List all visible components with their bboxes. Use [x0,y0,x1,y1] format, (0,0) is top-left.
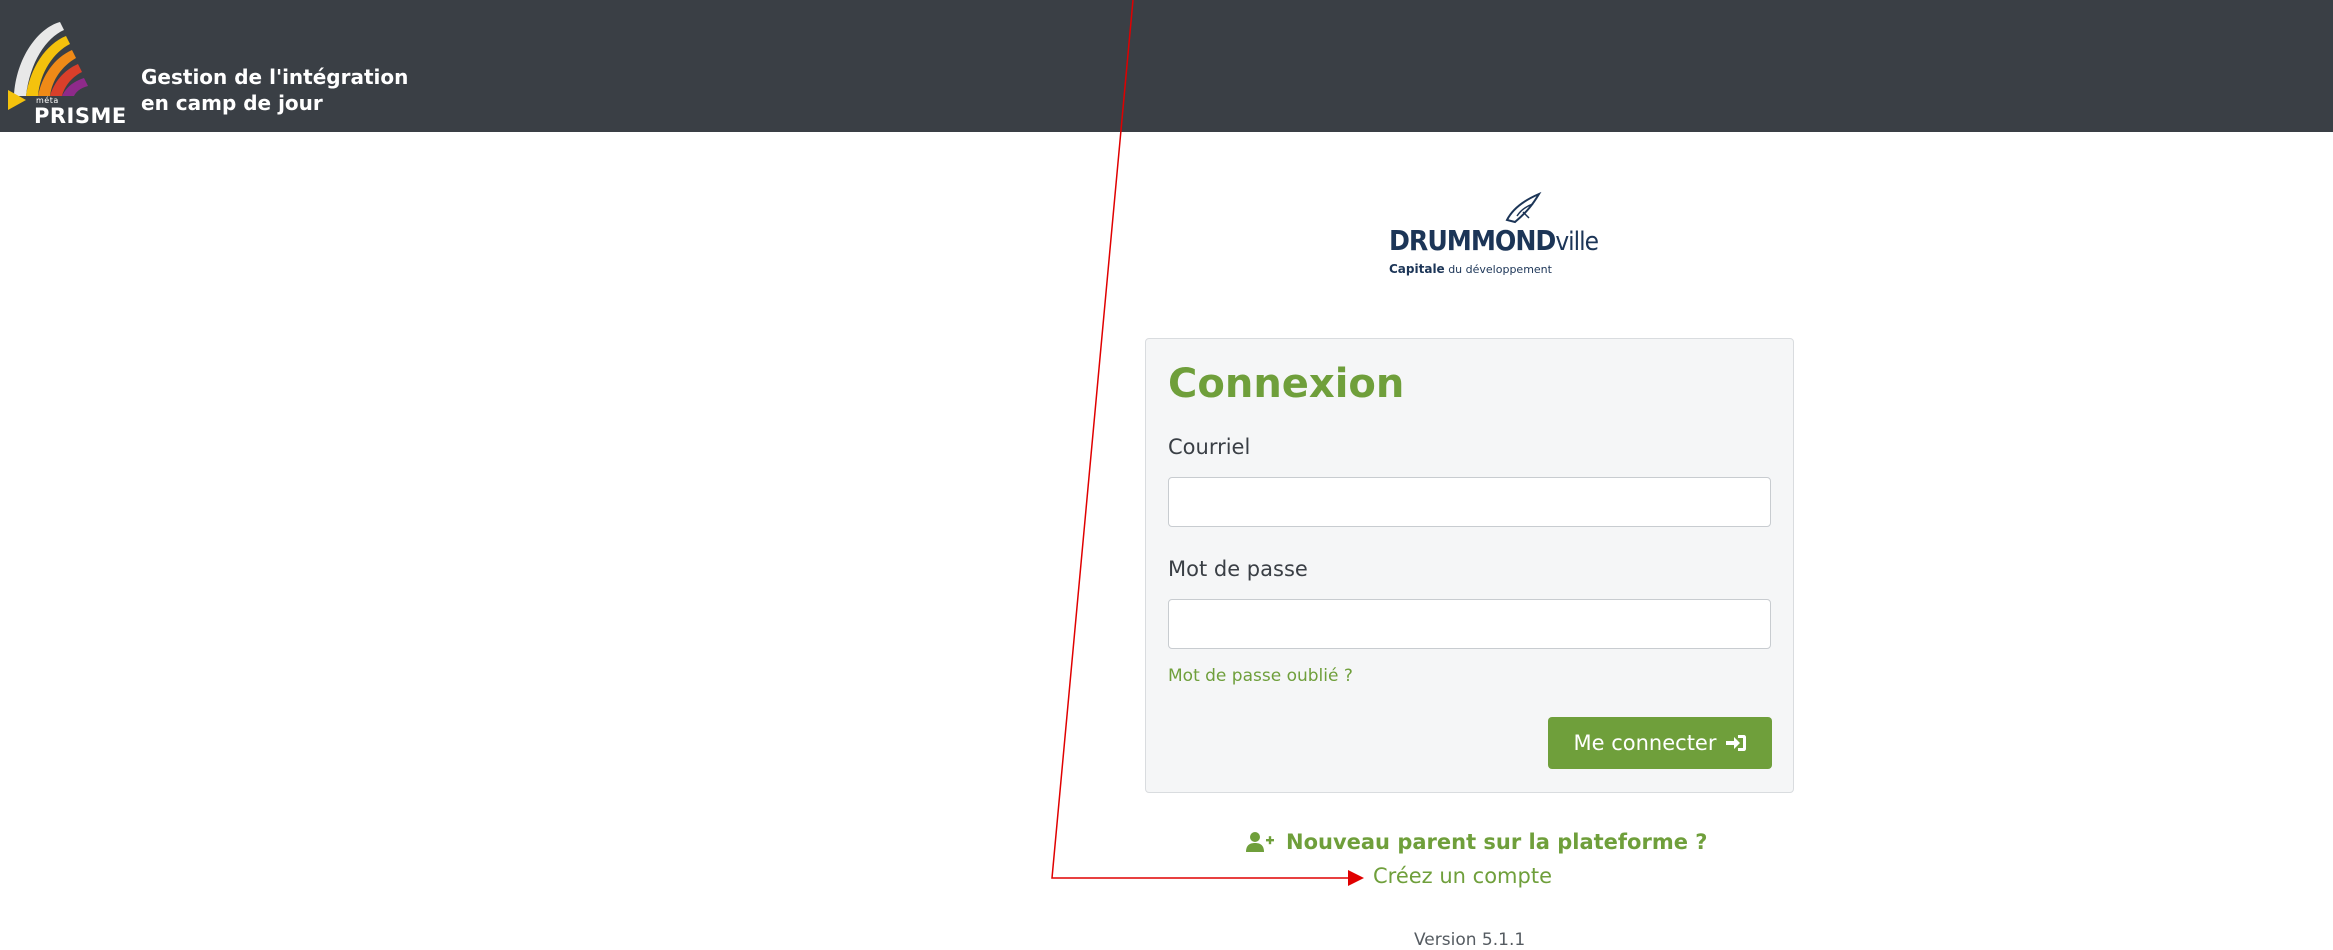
version-label: Version 5.1.1 [1414,930,1526,950]
app-header: méta PRISME Gestion de l'intégration en … [0,0,2333,132]
new-parent-question: Nouveau parent sur la plateforme ? [1286,830,1708,854]
password-input[interactable] [1168,599,1771,649]
forgot-password-link[interactable]: Mot de passe oublié ? [1168,666,1353,686]
login-button-label: Me connecter [1573,731,1717,755]
create-account-link[interactable]: Créez un compte [1373,864,1552,888]
city-tagline: Capitale du développement [1389,262,1552,276]
new-parent-prompt: Nouveau parent sur la plateforme ? [1246,830,1707,854]
sign-in-icon [1726,735,1747,751]
email-label: Courriel [1168,435,1251,459]
city-tag-rest: du développement [1444,263,1552,276]
login-panel: Connexion Courriel Mot de passe Mot de p… [1145,338,1794,793]
city-name-light: ville [1555,227,1599,257]
email-input[interactable] [1168,477,1771,527]
app-title: Gestion de l'intégration en camp de jour [141,64,408,116]
city-name-bold: DRUMMOND [1389,224,1556,257]
brand-name: PRISME [34,104,127,128]
city-tag-bold: Capitale [1389,262,1445,276]
prisme-rainbow-icon [8,22,88,110]
app-title-line2: en camp de jour [141,91,323,115]
password-label: Mot de passe [1168,557,1308,581]
login-button[interactable]: Me connecter [1548,717,1772,769]
city-name: DRUMMONDville [1389,224,1599,257]
app-title-line1: Gestion de l'intégration [141,65,409,89]
user-plus-icon [1246,832,1274,852]
login-title: Connexion [1168,361,1405,407]
drummondville-logo: DRUMMONDville Capitale du développement [1385,190,1599,280]
bird-icon [1505,191,1542,224]
prisme-logo[interactable]: méta PRISME [8,18,128,128]
